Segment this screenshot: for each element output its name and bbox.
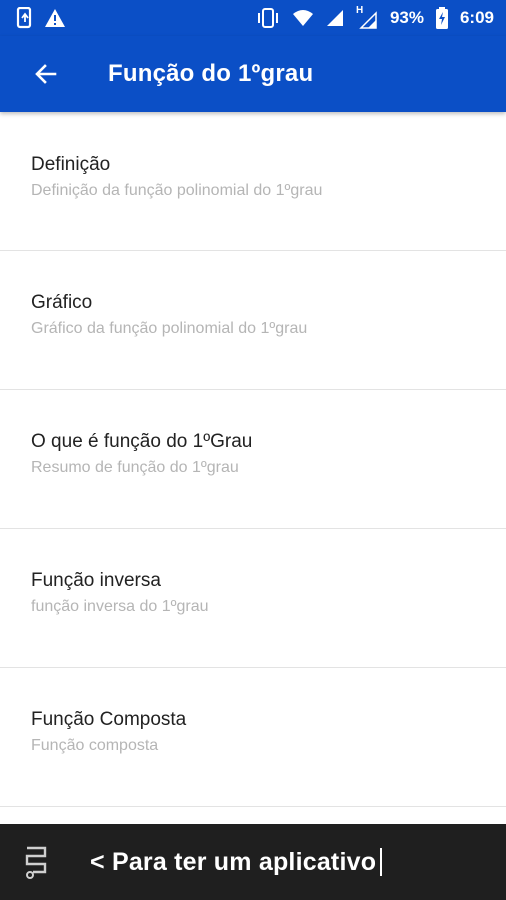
signal-icon: H xyxy=(355,5,378,29)
page-title: Função do 1ºgrau xyxy=(108,60,314,87)
wifi-icon xyxy=(292,9,314,27)
list-item-title: Função Composta xyxy=(31,709,187,730)
list-item-title: Função inversa xyxy=(31,570,161,591)
phone-data-icon xyxy=(16,7,34,29)
banner-text-group: < Para ter um aplicativo xyxy=(90,847,383,877)
list-item-title: Gráfico xyxy=(31,292,93,313)
list-item-subtitle: Gráfico da função polinomial do 1ºgrau xyxy=(31,320,308,337)
warning-icon xyxy=(44,8,66,28)
list-item-title: O que é função do 1ºGrau xyxy=(31,431,253,452)
vibrate-icon xyxy=(256,8,280,28)
list-item-definicao[interactable]: Definição Definição da função polinomial… xyxy=(0,112,506,251)
list-item-subtitle: Resumo de função do 1ºgrau xyxy=(31,459,239,476)
app-bar: Função do 1ºgrau xyxy=(0,36,506,112)
battery-percent: 93% xyxy=(389,8,424,27)
promo-banner[interactable]: < Para ter um aplicativo xyxy=(0,824,506,900)
topic-list: Definição Definição da função polinomial… xyxy=(0,112,506,807)
signal-icon xyxy=(326,9,344,27)
list-item-title: Definição xyxy=(31,154,111,175)
arrow-back-icon xyxy=(34,62,58,86)
list-item-grafico[interactable]: Gráfico Gráfico da função polinomial do … xyxy=(0,251,506,390)
list-item-funcao-composta[interactable]: Função Composta Função composta xyxy=(0,668,506,807)
status-bar-right: H 93% 6:09 xyxy=(256,5,494,29)
list-item-o-que-e[interactable]: O que é função do 1ºGrau Resumo de funçã… xyxy=(0,390,506,529)
list-item-subtitle: função inversa do 1ºgrau xyxy=(31,598,209,615)
clock: 6:09 xyxy=(459,8,494,27)
text-cursor xyxy=(380,848,383,876)
network-type-label: H xyxy=(355,5,364,16)
list-item-funcao-inversa[interactable]: Função inversa função inversa do 1ºgrau xyxy=(0,529,506,668)
list-item-subtitle: Definição da função polinomial do 1ºgrau xyxy=(31,182,323,199)
battery-icon xyxy=(435,7,448,29)
list-item-subtitle: Função composta xyxy=(31,737,159,754)
banner-text: < Para ter um aplicativo xyxy=(90,847,377,876)
status-bar: H 93% 6:09 xyxy=(0,0,506,36)
back-button[interactable] xyxy=(18,46,74,102)
status-bar-left xyxy=(16,7,66,29)
app-builder-logo-icon xyxy=(24,844,48,880)
